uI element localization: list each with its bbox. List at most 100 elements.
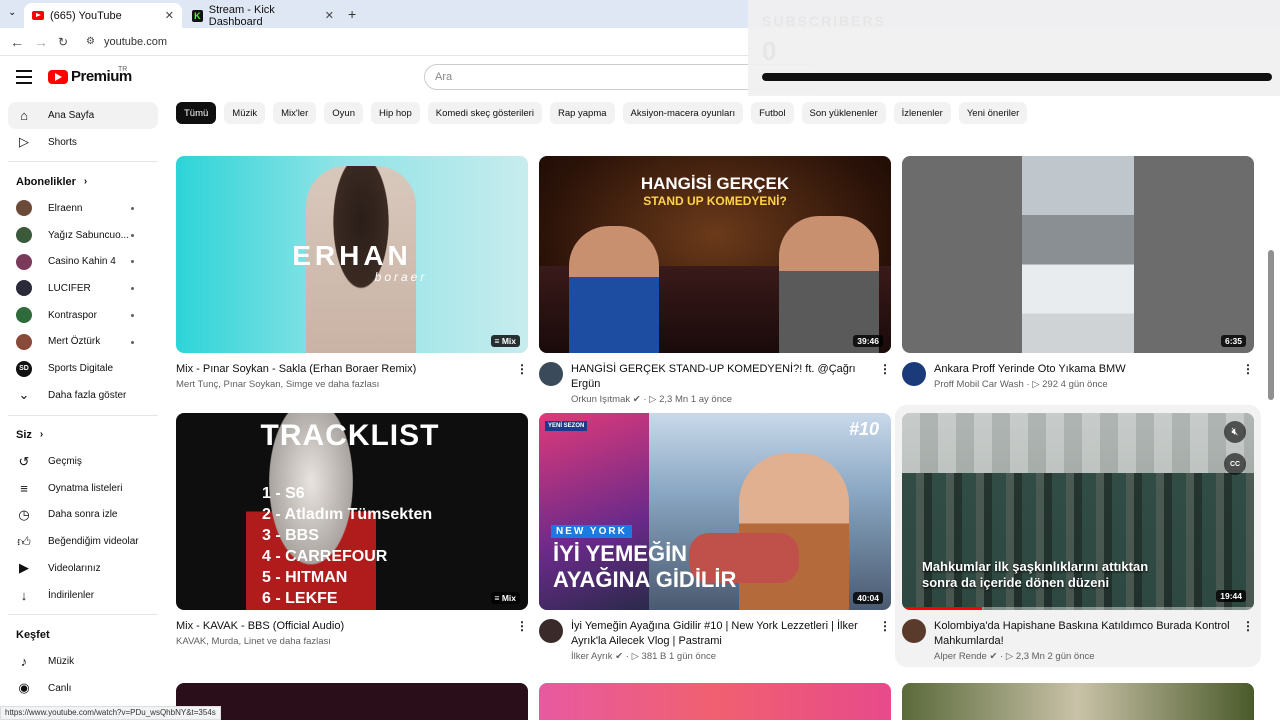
section-title: Siz <box>16 428 32 441</box>
video-title[interactable]: Kolombiya'da Hapishane Baskına Katıldımc… <box>902 619 1254 649</box>
channel-name[interactable]: Alper Rende <box>934 651 987 662</box>
sidebar-item-label: Daha fazla göster <box>48 389 127 401</box>
view-count: 381 B <box>641 651 667 662</box>
chip[interactable]: İzlenenler <box>893 102 951 124</box>
video-thumbnail[interactable]: TRACKLIST 1 - S6 2 - Atladım Tümsekten 3… <box>176 413 528 610</box>
more-options-icon[interactable]: ⋮ <box>879 619 891 633</box>
sidebar-item-watch-later[interactable]: ◷ Daha sonra izle <box>8 502 158 529</box>
channel-name[interactable]: Orkun Işıtmak <box>571 394 630 405</box>
more-options-icon[interactable]: ⋮ <box>516 362 528 376</box>
mix-badge: ≡ Mix <box>490 592 520 604</box>
video-card[interactable]: 6:35 Ankara Proff Yerinde Oto Yıkama BMW… <box>902 156 1254 392</box>
video-card[interactable]: YENİ SEZON #10 NEW YORK İYİ YEMEĞİN AYAĞ… <box>539 413 891 664</box>
back-arrow-icon[interactable]: ← <box>10 34 24 50</box>
video-thumbnail[interactable]: HANGİSİ GERÇEK STAND UP KOMEDYENİ? 39:46 <box>539 156 891 353</box>
sidebar-item-subscription[interactable]: Casino Kahin 4 <box>8 248 158 275</box>
avatar <box>16 280 32 297</box>
tab-kick[interactable]: K Stream - Kick Dashboard ✕ <box>184 3 342 28</box>
tab-youtube[interactable]: (665) YouTube ✕ <box>24 3 182 28</box>
channel-avatar[interactable] <box>902 619 926 643</box>
url-field[interactable]: youtube.com <box>104 36 167 48</box>
sidebar-item-live[interactable]: ◉ Canlı <box>8 675 158 702</box>
sidebar-item-history[interactable]: ↺ Geçmiş <box>8 448 158 475</box>
subscriptions-heading[interactable]: Abonelikler › <box>8 168 158 195</box>
you-heading[interactable]: Siz › <box>8 422 158 449</box>
video-thumbnail[interactable]: ERHAN boraer ≡ Mix <box>176 156 528 353</box>
tab-search-icon[interactable]: ⌄ <box>8 7 16 18</box>
live-dot <box>131 233 134 237</box>
mute-icon[interactable]: 🔇︎ <box>1224 421 1246 443</box>
chip[interactable]: Oyun <box>324 102 363 124</box>
sidebar-item-subscription[interactable]: SD Sports Digitale <box>8 355 158 382</box>
video-thumbnail[interactable] <box>176 683 528 720</box>
sidebar-item-home[interactable]: ⌂ Ana Sayfa <box>8 102 158 129</box>
sidebar-item-downloads[interactable]: ↓ İndirilenler <box>8 582 158 609</box>
captions-icon[interactable]: CC <box>1224 453 1246 475</box>
video-card[interactable]: ERHAN boraer ≡ Mix Mix - Pınar Soykan - … <box>176 156 528 392</box>
sidebar-item-subscription[interactable]: Kontraspor <box>8 302 158 329</box>
site-info-icon[interactable]: ⚙ <box>86 36 95 47</box>
more-options-icon[interactable]: ⋮ <box>1242 619 1254 633</box>
close-tab-icon[interactable]: ✕ <box>165 9 174 22</box>
more-options-icon[interactable]: ⋮ <box>516 619 528 633</box>
chevron-right-icon: › <box>83 176 88 188</box>
sidebar-item-label: İndirilenler <box>48 589 95 601</box>
video-title[interactable]: Ankara Proff Yerinde Oto Yıkama BMW <box>902 362 1254 377</box>
video-thumbnail[interactable]: 6:35 <box>902 156 1254 353</box>
channel-avatar[interactable] <box>902 362 926 386</box>
sidebar-item-subscription[interactable]: Yağız Sabuncuo... <box>8 222 158 249</box>
sidebar-item-label: Müzik <box>48 655 75 667</box>
chip[interactable]: Hip hop <box>370 102 420 124</box>
reload-icon[interactable]: ↻ <box>58 35 68 49</box>
sidebar-item-subscription[interactable]: Elraenn <box>8 195 158 222</box>
forward-arrow-icon[interactable]: → <box>34 34 48 50</box>
youtube-logo[interactable]: Premium TR <box>48 66 132 85</box>
video-title[interactable]: Mix - KAVAK - BBS (Official Audio) <box>176 619 528 634</box>
close-tab-icon[interactable]: ✕ <box>325 9 334 22</box>
video-title[interactable]: Mix - Pınar Soykan - Sakla (Erhan Boraer… <box>176 362 528 377</box>
sidebar-item-subscription[interactable]: Mert Öztürk <box>8 329 158 356</box>
video-card-hovered[interactable]: 🔇︎ CC Mahkumlar ilk şaşkınlıklarını attı… <box>902 413 1254 664</box>
chip[interactable]: Rap yapma <box>549 102 615 124</box>
menu-icon[interactable] <box>16 70 32 88</box>
thumbnail-person-left <box>569 226 659 353</box>
sidebar-item-music[interactable]: ♪ Müzik <box>8 648 158 675</box>
video-card[interactable]: HANGİSİ GERÇEK STAND UP KOMEDYENİ? 39:46… <box>539 156 891 407</box>
video-preview[interactable]: 🔇︎ CC Mahkumlar ilk şaşkınlıklarını attı… <box>902 413 1254 610</box>
chip[interactable]: Yeni öneriler <box>958 102 1028 124</box>
chip[interactable]: Mix'ler <box>273 102 317 124</box>
sidebar-item-liked[interactable]: 👍︎ Beğendiğim videolar <box>8 528 158 555</box>
live-dot <box>131 313 134 317</box>
video-card[interactable]: TRACKLIST 1 - S6 2 - Atladım Tümsekten 3… <box>176 413 528 649</box>
channel-avatar[interactable] <box>539 362 563 386</box>
more-options-icon[interactable]: ⋮ <box>1242 362 1254 376</box>
chip[interactable]: Müzik <box>224 102 266 124</box>
sidebar-item-your-videos[interactable]: ▶ Videolarınız <box>8 555 158 582</box>
more-options-icon[interactable]: ⋮ <box>879 362 891 376</box>
new-tab-button[interactable]: + <box>348 6 356 22</box>
thumbnail-car-scene <box>1022 156 1134 353</box>
chip[interactable]: Tümü <box>176 102 217 124</box>
sidebar-item-show-more[interactable]: ⌄ Daha fazla göster <box>8 382 158 409</box>
channel-name[interactable]: Proff Mobil Car Wash <box>934 379 1024 390</box>
channel-name[interactable]: İlker Ayrık <box>571 651 613 662</box>
sidebar-item-subscription[interactable]: LUCIFER <box>8 275 158 302</box>
clock-icon: ◷ <box>18 506 30 522</box>
chip[interactable]: Futbol <box>751 102 794 124</box>
video-thumbnail[interactable] <box>902 683 1254 720</box>
track-item: 1 - S6 <box>262 485 305 502</box>
video-thumbnail[interactable] <box>539 683 891 720</box>
view-count: 2,3 Mn <box>659 394 689 405</box>
video-thumbnail[interactable]: YENİ SEZON #10 NEW YORK İYİ YEMEĞİN AYAĞ… <box>539 413 891 610</box>
page-scrollbar[interactable] <box>1268 250 1274 400</box>
video-title[interactable]: İyi Yemeğin Ayağına Gidilir #10 | New Yo… <box>539 619 891 649</box>
sidebar-item-playlists[interactable]: ≡ Oynatma listeleri <box>8 475 158 502</box>
chip[interactable]: Aksiyon-macera oyunları <box>622 102 744 124</box>
chip[interactable]: Son yüklenenler <box>801 102 886 124</box>
chip[interactable]: Komedi skeç gösterileri <box>427 102 542 124</box>
tracklist: 1 - S6 2 - Atladım Tümsekten 3 - BBS 4 -… <box>262 483 432 609</box>
preview-caption: Mahkumlar ilk şaşkınlıklarını attıktan s… <box>922 559 1149 590</box>
sidebar-item-shorts[interactable]: ▷ Shorts <box>8 129 158 156</box>
video-title[interactable]: HANGİSİ GERÇEK STAND-UP KOMEDYENİ?! ft. … <box>539 362 891 392</box>
channel-avatar[interactable] <box>539 619 563 643</box>
